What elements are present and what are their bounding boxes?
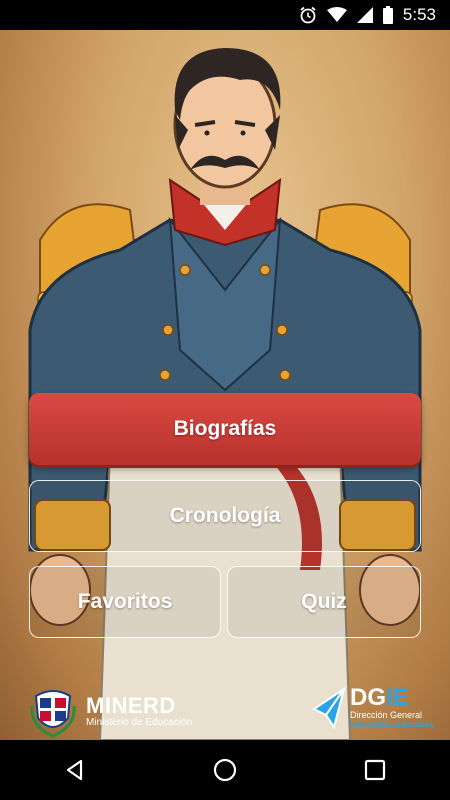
navigation-bar [0,740,450,800]
dgie-title-dg: DG [350,684,386,711]
signal-icon [356,7,373,23]
status-time: 5:53 [402,5,436,24]
coat-of-arms-icon [30,690,76,738]
dgie-logo: DGIE Dirección General Informática Educa… [312,686,433,730]
recents-icon [364,759,386,781]
biografias-button[interactable]: Biografías [29,393,421,465]
back-icon [66,759,83,781]
cronologia-label: Cronología [169,504,281,527]
minerd-subtitle: Ministerio de Educación [86,717,193,728]
wifi-icon [326,7,347,22]
app-screen: Biografías Cronología Favoritos Quiz MIN… [0,30,450,740]
recents-button[interactable] [345,745,405,795]
status-bar: 5:53 [0,0,450,30]
dgie-title: DGIE [350,686,433,710]
home-button[interactable] [195,745,255,795]
favoritos-button[interactable]: Favoritos [29,566,221,638]
back-button[interactable] [45,745,105,795]
biografias-label: Biografías [173,417,277,440]
alarm-icon [300,6,316,24]
home-icon [213,758,237,782]
battery-icon [382,6,393,24]
dgie-subtitle-2: Informática Educativa [350,720,434,729]
quiz-label: Quiz [301,590,347,613]
dgie-title-ie: IE [386,684,409,711]
favoritos-label: Favoritos [77,590,173,613]
paper-plane-icon [312,687,346,729]
minerd-logo: MINERD Ministerio de Educación [28,686,192,738]
cronologia-button[interactable]: Cronología [29,480,421,552]
quiz-button[interactable]: Quiz [227,566,421,638]
minerd-title: MINERD [86,693,176,718]
dgie-subtitle-1: Dirección General [350,710,423,720]
